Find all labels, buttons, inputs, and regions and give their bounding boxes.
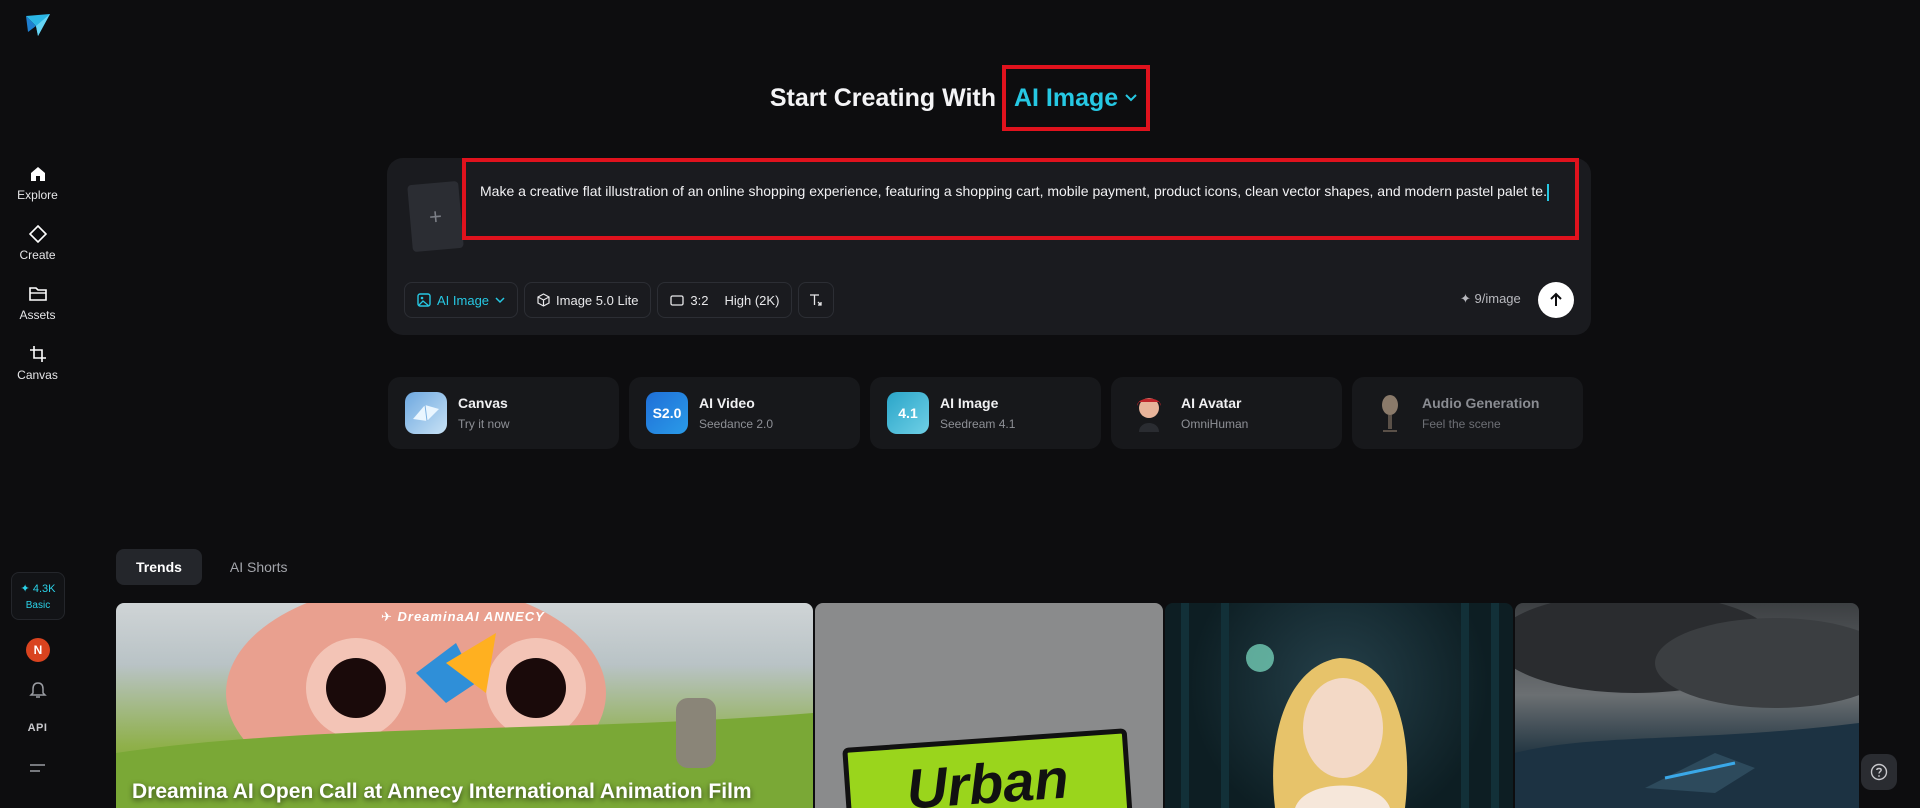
mode-selector[interactable]: AI Image bbox=[1001, 65, 1151, 131]
trends-gallery: ✈ DreaminaAI ANNECY Dreamina AI Open Cal… bbox=[116, 603, 1860, 808]
feature-subtitle: Seedance 2.0 bbox=[699, 417, 774, 431]
question-icon bbox=[1870, 763, 1888, 781]
feature-subtitle: Feel the scene bbox=[1422, 417, 1501, 431]
aspect-ratio-icon bbox=[670, 294, 685, 306]
prompt-toolbar: AI Image Image 5.0 Lite 3:2 High (2K) bbox=[404, 282, 835, 318]
nav-assets-label: Assets bbox=[19, 308, 56, 322]
nav-explore[interactable]: Explore bbox=[0, 164, 75, 202]
gallery-item-banner[interactable]: ✈ DreaminaAI ANNECY Dreamina AI Open Cal… bbox=[116, 603, 813, 808]
tab-ai-shorts[interactable]: AI Shorts bbox=[210, 549, 308, 585]
prompt-input[interactable]: Make a creative flat illustration of an … bbox=[462, 158, 1579, 240]
folder-icon bbox=[28, 284, 48, 304]
gallery-item[interactable] bbox=[1165, 603, 1513, 808]
diamond-icon bbox=[28, 224, 48, 244]
nav-explore-label: Explore bbox=[17, 188, 58, 202]
banner-artwork bbox=[116, 603, 813, 808]
text-style-button[interactable] bbox=[798, 282, 835, 318]
stormy-sea-artwork bbox=[1515, 603, 1859, 808]
crop-icon bbox=[28, 344, 48, 364]
quality-label: High (2K) bbox=[724, 292, 780, 308]
ratio-quality-selector[interactable]: 3:2 High (2K) bbox=[657, 282, 793, 318]
upload-reference-button[interactable]: + bbox=[407, 180, 464, 253]
gallery-item[interactable] bbox=[1515, 603, 1859, 808]
feature-card-ai-image[interactable]: 4.1 AI Image Seedream 4.1 bbox=[870, 377, 1101, 449]
avatar[interactable]: N bbox=[26, 638, 50, 662]
bell-icon[interactable] bbox=[28, 680, 48, 700]
text-format-icon bbox=[810, 294, 823, 306]
feature-card-canvas[interactable]: Canvas Try it now bbox=[388, 377, 619, 449]
page-title: Start Creating With AI Image bbox=[769, 65, 1151, 131]
nav-canvas[interactable]: Canvas bbox=[0, 344, 75, 382]
model-selector[interactable]: Image 5.0 Lite bbox=[524, 282, 652, 318]
chevron-down-icon bbox=[1125, 94, 1137, 102]
arrow-up-icon bbox=[1550, 292, 1562, 306]
feature-title: Canvas bbox=[458, 395, 508, 411]
feature-card-ai-avatar[interactable]: AI Avatar OmniHuman bbox=[1111, 377, 1342, 449]
credits-amount: ✦ 4.3K bbox=[20, 582, 56, 595]
credits-badge[interactable]: ✦ 4.3K Basic bbox=[11, 572, 65, 620]
hero: Start Creating With AI Image bbox=[0, 65, 1920, 131]
canvas-thumbnail bbox=[405, 392, 447, 434]
chevron-down-icon bbox=[495, 296, 505, 303]
plan-label: Basic bbox=[25, 599, 51, 611]
api-link[interactable]: API bbox=[0, 722, 75, 734]
nav-create-label: Create bbox=[19, 248, 56, 262]
generate-button[interactable] bbox=[1538, 282, 1574, 318]
feature-subtitle: Try it now bbox=[458, 417, 510, 431]
gallery-item[interactable]: Urban bbox=[815, 603, 1163, 808]
mode-dropdown-label: AI Image bbox=[437, 292, 490, 308]
nav-assets[interactable]: Assets bbox=[0, 284, 75, 322]
feature-subtitle: OmniHuman bbox=[1181, 417, 1249, 431]
help-button[interactable] bbox=[1861, 754, 1897, 790]
mode-selector-label: AI Image bbox=[1013, 83, 1119, 112]
prompt-text: Make a creative flat illustration of an … bbox=[480, 183, 1547, 199]
cube-icon bbox=[537, 293, 550, 307]
dreamina-logo-icon[interactable] bbox=[24, 12, 52, 38]
feature-title: Audio Generation bbox=[1422, 395, 1540, 411]
feature-card-audio-generation[interactable]: Audio Generation Feel the scene bbox=[1352, 377, 1583, 449]
urban-graffiti-text: Urban bbox=[904, 745, 1071, 808]
home-icon bbox=[28, 164, 48, 184]
feature-title: AI Image bbox=[940, 395, 999, 411]
ai-avatar-thumbnail bbox=[1128, 392, 1170, 434]
banner-logos: ✈ DreaminaAI ANNECY bbox=[381, 609, 545, 624]
cost-per-image: ✦ 9/image bbox=[1460, 291, 1521, 306]
feature-title: AI Video bbox=[699, 395, 755, 411]
feature-subtitle: Seedream 4.1 bbox=[940, 417, 1016, 431]
feature-cards: Canvas Try it now S2.0 AI Video Seedance… bbox=[388, 377, 1583, 449]
tab-trends[interactable]: Trends bbox=[116, 549, 202, 585]
microphone-thumbnail bbox=[1369, 392, 1411, 434]
ai-image-thumbnail: 4.1 bbox=[887, 392, 929, 434]
feature-card-ai-video[interactable]: S2.0 AI Video Seedance 2.0 bbox=[629, 377, 860, 449]
urban-graffiti-art: Urban bbox=[842, 728, 1133, 808]
portrait-artwork bbox=[1181, 603, 1499, 808]
menu-icon[interactable] bbox=[29, 762, 46, 776]
prompt-card: + Make a creative flat illustration of a… bbox=[387, 158, 1591, 335]
nav-create[interactable]: Create bbox=[0, 224, 75, 262]
content-tabs: Trends AI Shorts bbox=[116, 549, 308, 585]
nav-canvas-label: Canvas bbox=[17, 368, 58, 382]
plus-icon: + bbox=[427, 202, 443, 230]
banner-title: Dreamina AI Open Call at Annecy Internat… bbox=[132, 780, 752, 803]
ai-video-thumbnail: S2.0 bbox=[646, 392, 688, 434]
feature-title: AI Avatar bbox=[1181, 395, 1242, 411]
mode-dropdown[interactable]: AI Image bbox=[404, 282, 519, 318]
ratio-label: 3:2 bbox=[690, 292, 709, 308]
text-caret bbox=[1546, 183, 1549, 201]
page-title-text: Start Creating With bbox=[769, 83, 996, 112]
image-icon bbox=[417, 293, 431, 307]
model-selector-label: Image 5.0 Lite bbox=[556, 292, 639, 308]
